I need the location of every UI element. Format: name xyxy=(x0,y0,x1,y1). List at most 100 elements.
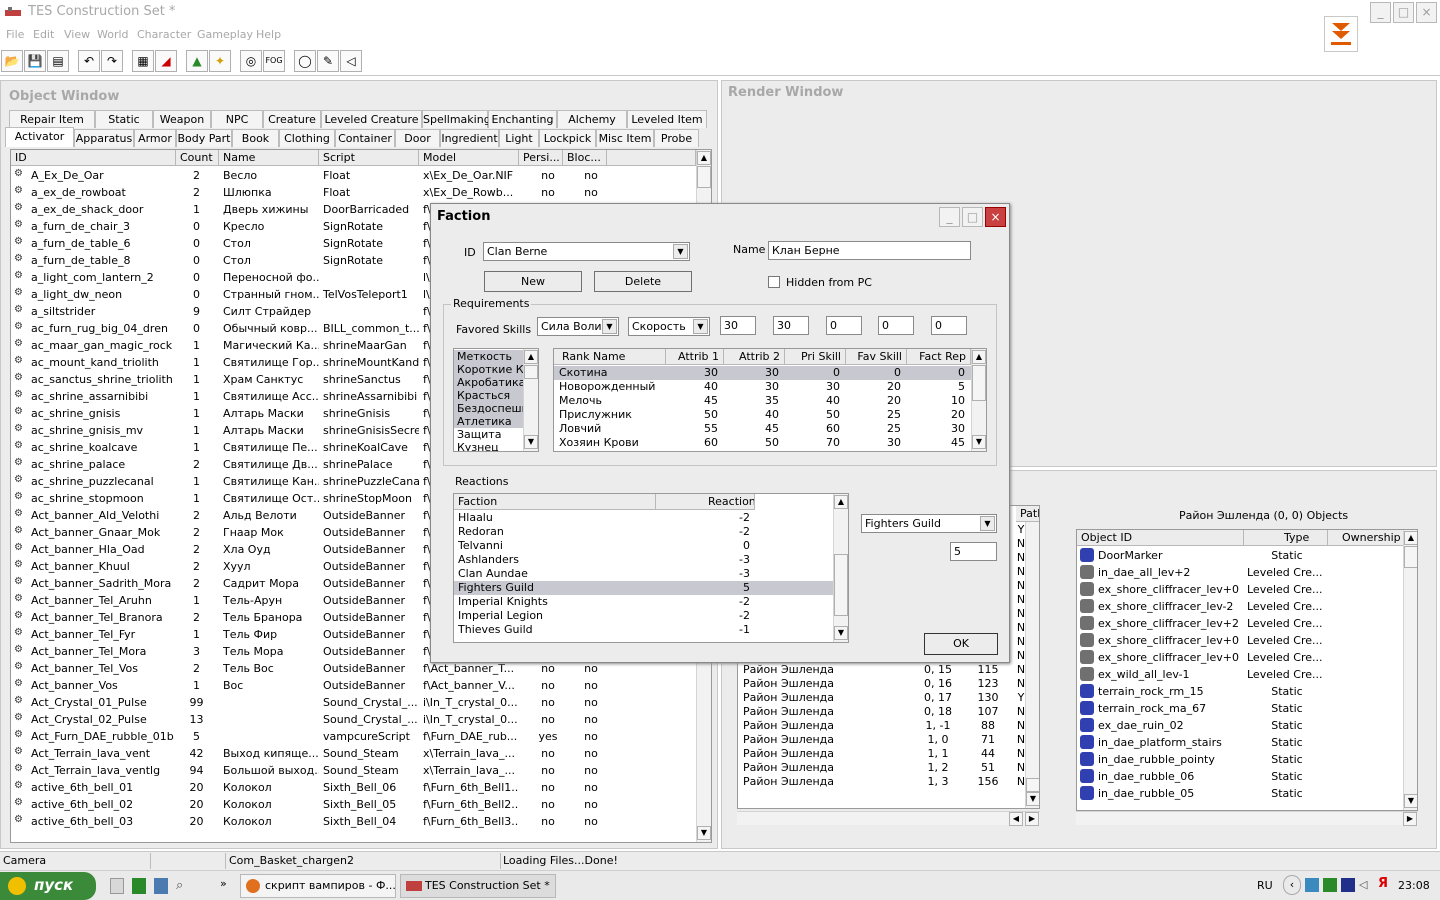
angle-snap-icon[interactable]: ◢ xyxy=(155,50,177,72)
scroll-down-icon[interactable]: ▼ xyxy=(697,826,711,840)
list-item[interactable]: ex_shore_cliffracer_lev+2 Leveled Cre... xyxy=(1077,615,1403,632)
scroll-thumb[interactable] xyxy=(972,365,986,401)
scroll-up-icon[interactable]: ▲ xyxy=(1404,531,1417,545)
tab-static[interactable]: Static xyxy=(95,110,153,128)
requirement-field-1[interactable]: 30 xyxy=(773,316,809,335)
tab-body-part[interactable]: Body Part xyxy=(176,129,232,147)
table-row[interactable]: ⚙ Act_Terrain_lava_ventlg 94 Большой выход.… xyxy=(11,762,696,779)
skill-item[interactable]: Бездоспешн xyxy=(454,402,523,415)
dialog-minimize-button[interactable]: _ xyxy=(939,207,960,227)
scroll-right-icon[interactable]: ▶ xyxy=(1403,812,1417,826)
list-item[interactable]: in_dae_all_lev+2 Leveled Cre... xyxy=(1077,564,1403,581)
attribute-2-combo[interactable]: Скорость ▼ xyxy=(628,317,710,336)
sound-icon[interactable]: ◁ xyxy=(340,50,362,72)
cell-list-hscrollbar[interactable]: ▶ ◀ xyxy=(737,811,1040,826)
reactions-scrollbar[interactable]: ▲ ▼ xyxy=(833,494,848,642)
table-row[interactable]: Район Эшленда 1, 3 156 N xyxy=(738,775,1025,789)
task-tes-cs[interactable]: TES Construction Set * xyxy=(400,874,556,898)
rank-header-2[interactable]: Attrib 2 xyxy=(724,349,785,365)
grid-icon[interactable]: ▦ xyxy=(132,50,154,72)
skill-item[interactable]: Короткие Кл xyxy=(454,363,523,376)
skills-list[interactable]: ▲ ▼ МеткостьКороткие КлАкробатикаКрастьс… xyxy=(453,348,539,452)
requirement-field-3[interactable]: 0 xyxy=(878,316,914,335)
attribute-1-combo[interactable]: Сила Воли ▼ xyxy=(537,317,619,336)
table-row[interactable]: ⚙ Act_Crystal_01_Pulse 99 Sound_Crystal_...… xyxy=(11,694,696,711)
scroll-up-icon[interactable]: ▲ xyxy=(524,350,538,364)
tray-expand-icon[interactable]: ‹ xyxy=(1283,875,1301,895)
tab-book[interactable]: Book xyxy=(232,129,279,147)
requirement-field-4[interactable]: 0 xyxy=(931,316,967,335)
list-item[interactable]: ex_shore_cliffracer_lev-2 Leveled Cre... xyxy=(1077,598,1403,615)
skill-item[interactable]: Красться xyxy=(454,389,523,402)
scroll-thumb[interactable] xyxy=(524,365,538,379)
redo-icon[interactable]: ↷ xyxy=(101,50,123,72)
tray-ru-icon[interactable] xyxy=(1341,878,1355,892)
menu-world[interactable]: World xyxy=(97,28,129,41)
hidden-from-pc-checkbox[interactable] xyxy=(768,276,780,288)
table-row[interactable]: ⚙ active_6th_bell_02 20 Колокол Sixth_Bell_0… xyxy=(11,796,696,813)
list-item[interactable]: ex_shore_cliffracer_lev+0 Leveled Cre... xyxy=(1077,632,1403,649)
column-header-1[interactable]: Count xyxy=(176,150,219,166)
pencil-icon[interactable]: ✎ xyxy=(317,50,339,72)
ranks-scrollbar[interactable]: ▲ ▼ xyxy=(971,349,986,451)
scroll-thumb[interactable] xyxy=(834,554,848,616)
tab-spellmaking[interactable]: Spellmaking xyxy=(422,110,491,128)
quicklaunch-g-icon[interactable] xyxy=(154,878,168,894)
tray-network-icon[interactable] xyxy=(1305,878,1319,892)
tab-container[interactable]: Container xyxy=(335,129,395,147)
tab-weapon[interactable]: Weapon xyxy=(153,110,211,128)
cell-objects-hscrollbar[interactable]: ▶ xyxy=(1076,811,1418,826)
chevron-down-icon[interactable]: ▼ xyxy=(693,319,708,334)
tab-repair-item[interactable]: Repair Item xyxy=(9,110,95,128)
list-item[interactable]: in_dae_rubble_pointy Static xyxy=(1077,751,1403,768)
quicklaunch-more-icon[interactable]: » xyxy=(220,877,227,890)
menu-file[interactable]: File xyxy=(6,28,24,41)
scroll-up-icon[interactable]: ▲ xyxy=(697,151,711,165)
tab-ingredient[interactable]: Ingredient xyxy=(440,129,499,147)
tab-creature[interactable]: Creature xyxy=(263,110,321,128)
menu-character[interactable]: Character xyxy=(137,28,191,41)
table-row[interactable]: ⚙ active_6th_bell_03 20 Колокол Sixth_Bell_0… xyxy=(11,813,696,830)
scroll-down-icon[interactable]: ▼ xyxy=(972,435,986,449)
scroll-left-icon[interactable]: ◀ xyxy=(1009,812,1023,826)
quicklaunch-search-icon[interactable]: ⌕ xyxy=(176,878,192,894)
list-item[interactable]: ex_dae_ruin_02 Static xyxy=(1077,717,1403,734)
cell-objects-scrollbar[interactable]: ▲ ▼ xyxy=(1403,530,1417,810)
close-button[interactable]: × xyxy=(1416,2,1437,23)
column-header-4[interactable]: Model xyxy=(419,150,519,166)
reaction-value-field[interactable]: 5 xyxy=(950,542,997,561)
dialog-close-button[interactable]: × xyxy=(985,207,1006,227)
list-item[interactable]: in_dae_platform_stairs Static xyxy=(1077,734,1403,751)
tab-probe[interactable]: Probe xyxy=(654,129,699,147)
tab-enchanting[interactable]: Enchanting xyxy=(488,110,557,128)
rank-header-4[interactable]: Fav Skill xyxy=(846,349,907,365)
ownership-header[interactable]: Ownership xyxy=(1328,530,1404,546)
tab-apparatus[interactable]: Apparatus xyxy=(74,129,134,147)
reaction-row[interactable]: Thieves Guild -1 xyxy=(454,623,833,637)
task-browser[interactable]: скрипт вампиров - Ф... xyxy=(240,874,396,898)
rank-header-1[interactable]: Attrib 1 xyxy=(666,349,724,365)
list-item[interactable]: ex_shore_cliffracer_lev+0 Leveled Cre... xyxy=(1077,581,1403,598)
scroll-up-icon[interactable]: ▲ xyxy=(972,350,986,364)
list-item[interactable]: DoorMarker Static xyxy=(1077,547,1403,564)
maximize-button[interactable]: □ xyxy=(1393,2,1414,23)
scroll-down-icon[interactable]: ▼ xyxy=(524,435,538,449)
open-icon[interactable]: 📂 xyxy=(1,50,23,72)
dialogue-icon[interactable]: ◯ xyxy=(294,50,316,72)
menu-help[interactable]: Help xyxy=(256,28,281,41)
tab-armor[interactable]: Armor xyxy=(134,129,176,147)
name-field[interactable]: Клан Берне xyxy=(768,241,971,260)
column-header-5[interactable]: Persi... xyxy=(519,150,563,166)
skill-item[interactable]: Акробатика xyxy=(454,376,523,389)
tab-door[interactable]: Door xyxy=(395,129,440,147)
requirement-field-2[interactable]: 0 xyxy=(826,316,862,335)
list-item[interactable]: terrain_rock_rm_15 Static xyxy=(1077,683,1403,700)
ok-button[interactable]: OK xyxy=(924,633,998,655)
tab-activator[interactable]: Activator xyxy=(5,127,74,147)
object-id-header[interactable]: Object ID xyxy=(1077,530,1244,546)
skill-item[interactable]: Защита xyxy=(454,428,523,441)
list-item[interactable]: terrain_rock_ma_67 Static xyxy=(1077,700,1403,717)
minimize-button[interactable]: _ xyxy=(1370,2,1391,23)
tab-clothing[interactable]: Clothing xyxy=(279,129,335,147)
scroll-thumb[interactable] xyxy=(1026,778,1039,792)
